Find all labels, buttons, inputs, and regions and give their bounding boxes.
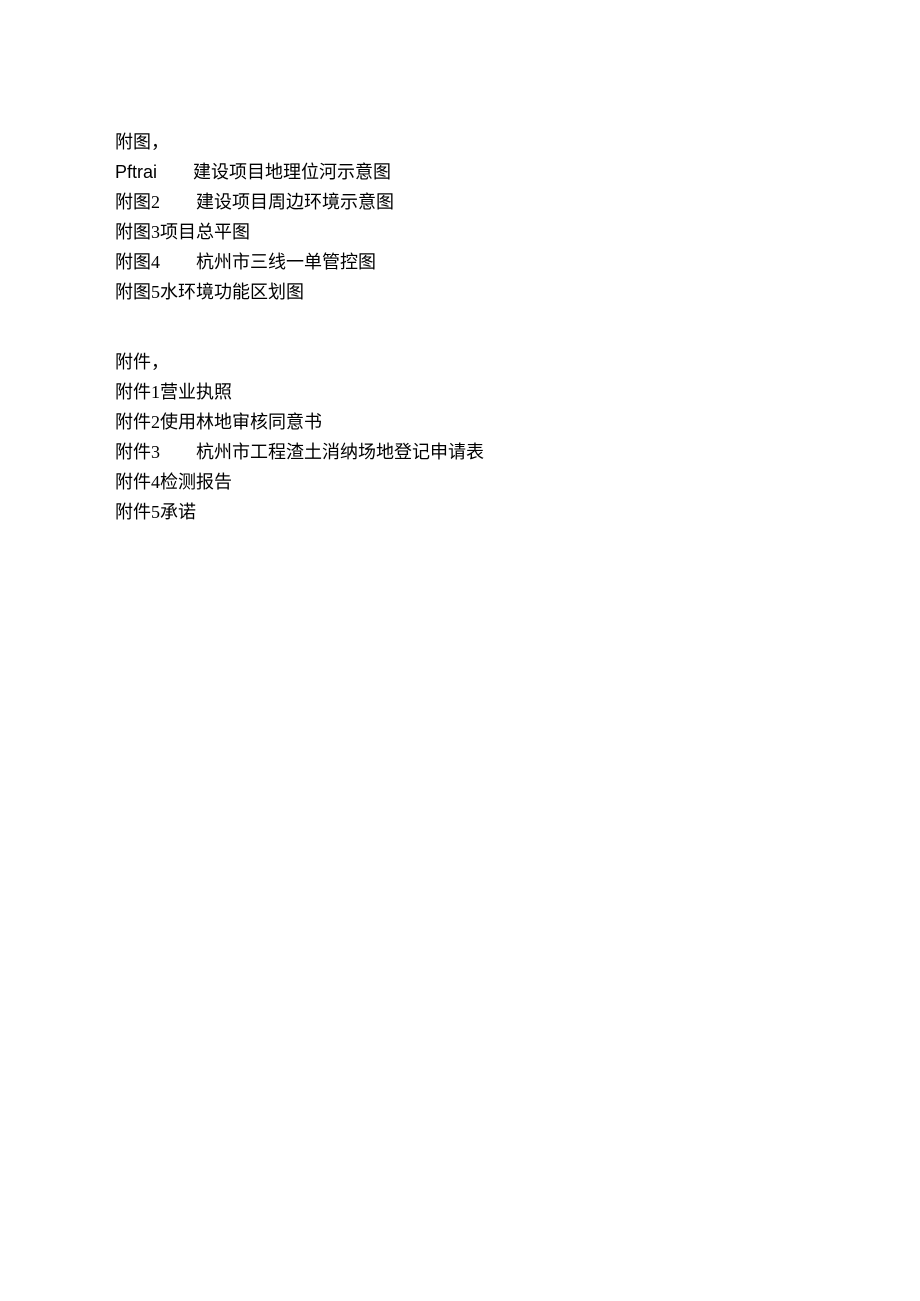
figure-item-label: 附图5 (115, 282, 160, 302)
attachment-item: 附件4检测报告 (115, 470, 920, 494)
attachment-item-label: 附件4 (115, 472, 160, 492)
figure-item-text: 建设项目地理位河示意图 (193, 162, 391, 182)
section-spacer (115, 310, 920, 350)
figure-item-text: 水环境功能区划图 (160, 282, 304, 302)
figure-item-text: 建设项目周边环境示意图 (196, 192, 394, 212)
attachment-item-text: 检测报告 (160, 472, 232, 492)
figure-item-text: 杭州市三线一单管控图 (196, 252, 376, 272)
attachment-item: 附件5承诺 (115, 500, 920, 524)
attachment-item-gap (160, 442, 196, 462)
attachment-item: 附件3 杭州市工程渣土消纳场地登记申请表 (115, 440, 920, 464)
figure-item-gap (157, 162, 193, 182)
figure-item: 附图3项目总平图 (115, 220, 920, 244)
attachment-item: 附件2使用林地审核同意书 (115, 410, 920, 434)
attachment-item-label: 附件3 (115, 442, 160, 462)
attachment-item-text: 承诺 (160, 502, 196, 522)
attachment-item-label: 附件5 (115, 502, 160, 522)
attachment-item: 附件1营业执照 (115, 380, 920, 404)
figure-item-gap (160, 252, 196, 272)
figure-item: 附图2 建设项目周边环境示意图 (115, 190, 920, 214)
figure-item-gap (160, 192, 196, 212)
figure-item-label: 附图2 (115, 192, 160, 212)
figure-item: 附图5水环境功能区划图 (115, 280, 920, 304)
figure-item: 附图4 杭州市三线一单管控图 (115, 250, 920, 274)
figure-item-text: 项目总平图 (160, 222, 250, 242)
figures-heading: 附图， (115, 130, 920, 154)
attachment-item-label: 附件1 (115, 382, 160, 402)
attachments-heading: 附件， (115, 350, 920, 374)
attachment-item-label: 附件2 (115, 412, 160, 432)
figure-item-label: Pftrai (115, 162, 157, 182)
figure-item: Pftrai 建设项目地理位河示意图 (115, 160, 920, 184)
document-page: 附图， Pftrai 建设项目地理位河示意图 附图2 建设项目周边环境示意图 附… (0, 0, 920, 1301)
figure-item-label: 附图3 (115, 222, 160, 242)
attachment-item-text: 使用林地审核同意书 (160, 412, 322, 432)
figure-item-label: 附图4 (115, 252, 160, 272)
attachment-item-text: 营业执照 (160, 382, 232, 402)
attachment-item-text: 杭州市工程渣土消纳场地登记申请表 (196, 442, 484, 462)
